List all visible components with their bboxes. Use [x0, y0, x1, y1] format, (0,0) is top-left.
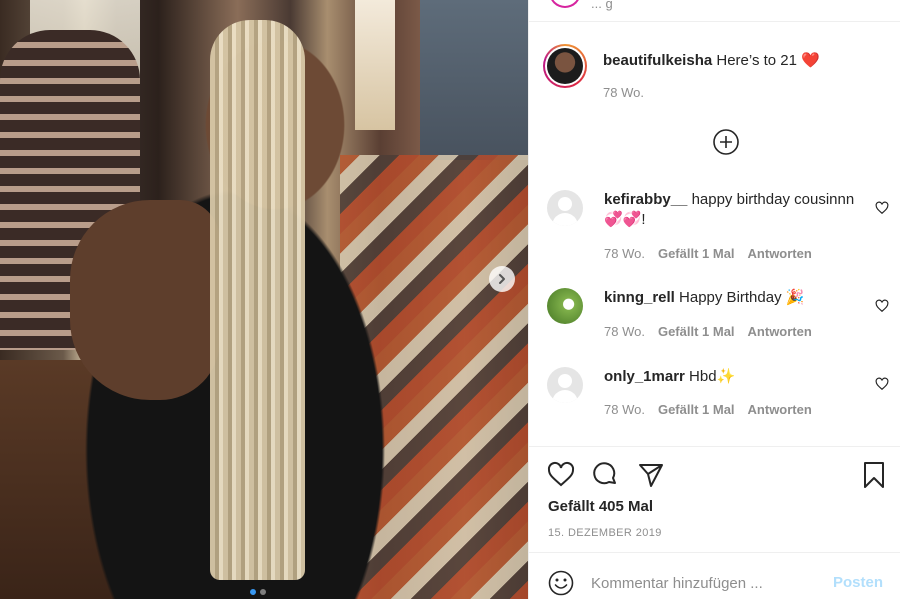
comment-likes[interactable]: Gefällt 1 Mal	[658, 324, 735, 339]
comment-username[interactable]: only_1marr	[604, 368, 685, 385]
like-count[interactable]: Gefällt 405 Mal	[548, 498, 653, 515]
comment-text: only_1marr Hbd✨	[604, 367, 864, 387]
comment-likes[interactable]: Gefällt 1 Mal	[658, 246, 735, 261]
caption-time[interactable]: 78 Wo.	[603, 85, 644, 100]
comment-username[interactable]: kinng_rell	[604, 289, 675, 306]
comment-meta: 78 Wo. Gefällt 1 Mal Antworten	[604, 324, 812, 339]
comment-bubble-icon[interactable]	[591, 461, 619, 489]
comment-time[interactable]: 78 Wo.	[604, 324, 645, 339]
comment-meta: 78 Wo. Gefällt 1 Mal Antworten	[604, 246, 812, 261]
heart-icon[interactable]	[875, 299, 889, 313]
header-avatar[interactable]	[549, 0, 581, 8]
comment-likes[interactable]: Gefällt 1 Mal	[658, 402, 735, 417]
comment-body: Happy Birthday 🎉	[679, 289, 805, 306]
post-date[interactable]: 15. Dezember 2019	[548, 527, 662, 539]
comment-avatar[interactable]	[547, 190, 583, 226]
person-braids	[210, 20, 305, 580]
carousel-dot-active	[250, 589, 256, 595]
reply-button[interactable]: Antworten	[748, 402, 812, 417]
comment-meta: 78 Wo. Gefällt 1 Mal Antworten	[604, 402, 812, 417]
comment-avatar[interactable]	[547, 288, 583, 324]
load-more-comments-button[interactable]	[712, 128, 740, 156]
comment-avatar[interactable]	[547, 367, 583, 403]
comment-time[interactable]: 78 Wo.	[604, 246, 645, 261]
divider	[529, 446, 900, 447]
reply-button[interactable]: Antworten	[748, 324, 812, 339]
comment-time[interactable]: 78 Wo.	[604, 402, 645, 417]
divider	[529, 552, 900, 553]
heart-icon[interactable]	[875, 377, 889, 391]
caption-avatar[interactable]	[543, 44, 587, 88]
comment-body: Hbd✨	[689, 368, 736, 385]
carousel-next-button[interactable]	[489, 266, 515, 292]
comment-username[interactable]: kefirabby__	[604, 191, 687, 208]
avatar-image	[547, 48, 583, 84]
post-photo[interactable]	[0, 0, 528, 599]
header-partial-text: ... g	[591, 0, 613, 11]
bookmark-icon[interactable]	[860, 461, 888, 489]
smiley-icon[interactable]	[548, 570, 574, 596]
background-window	[420, 0, 528, 160]
caption-text: beautifulkeisha Here’s to 21 ❤️	[603, 51, 820, 71]
post-view: ... g beautifulkeisha Here’s to 21 ❤️ 78…	[0, 0, 900, 599]
like-heart-icon[interactable]	[547, 461, 575, 489]
person-arm	[70, 200, 220, 400]
comment-input[interactable]	[591, 570, 821, 596]
post-sidebar: ... g beautifulkeisha Here’s to 21 ❤️ 78…	[528, 0, 900, 599]
paper-plane-icon[interactable]	[637, 461, 665, 489]
chevron-right-icon	[499, 274, 505, 284]
comment-text: kinng_rell Happy Birthday 🎉	[604, 288, 864, 308]
comment-text: kefirabby__ happy birthday cousinnn💞💞!	[604, 190, 864, 230]
caption-body: Here’s to 21 ❤️	[716, 52, 820, 69]
heart-icon[interactable]	[875, 201, 889, 215]
caption-username[interactable]: beautifulkeisha	[603, 52, 712, 69]
post-comment-button[interactable]: Posten	[833, 574, 883, 591]
reply-button[interactable]: Antworten	[748, 246, 812, 261]
carousel-dots	[250, 589, 266, 595]
carousel-dot	[260, 589, 266, 595]
post-header: ... g	[529, 0, 900, 22]
